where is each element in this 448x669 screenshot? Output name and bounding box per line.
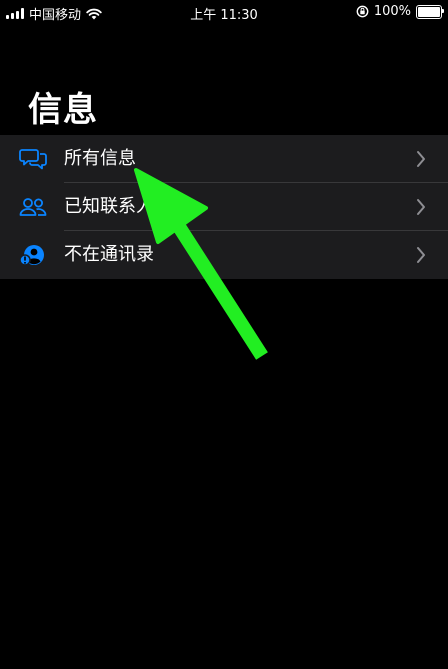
list-item-known-senders[interactable]: 已知联系人 [0, 183, 448, 231]
chevron-right-icon [417, 151, 425, 167]
battery-icon [416, 4, 444, 19]
chevron-right-icon [417, 199, 425, 215]
battery-percentage: 100% [373, 4, 411, 19]
status-bar: 中国移动 上午 11:30 100% [0, 0, 448, 24]
orientation-lock-icon [356, 5, 369, 18]
people-icon [19, 198, 47, 216]
battery-level-fill [418, 6, 440, 17]
list-item-all-messages[interactable]: 所有信息 [0, 135, 448, 183]
chevron-right-icon [417, 247, 425, 263]
list-item-label: 不在通讯录 [64, 244, 154, 265]
list-item-label: 已知联系人 [64, 196, 154, 217]
list-item-label: 所有信息 [64, 148, 136, 169]
list-item-unknown-senders[interactable]: 不在通讯录 [0, 231, 448, 279]
chat-bubbles-icon [19, 149, 47, 170]
page-title: 信息 [28, 90, 98, 130]
status-right: 100% [356, 4, 444, 19]
message-filter-list: 所有信息 已知联系人 不在通讯录 [0, 135, 448, 279]
unknown-person-icon [19, 245, 44, 266]
